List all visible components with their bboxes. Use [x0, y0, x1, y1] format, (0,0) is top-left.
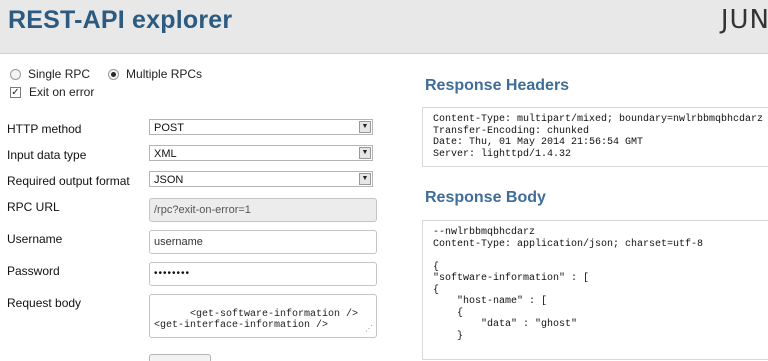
multiple-rpcs-label: Multiple RPCs — [126, 67, 203, 81]
response-headers-title: Response Headers — [425, 77, 570, 94]
single-rpc-label: Single RPC — [28, 67, 91, 81]
multiple-rpcs-radio[interactable] — [108, 68, 120, 80]
output-format-select[interactable]: JSON ▼ — [149, 171, 373, 187]
chevron-down-icon[interactable]: ▼ — [359, 173, 371, 185]
single-rpc-option[interactable]: Single RPC — [10, 67, 90, 81]
http-method-value: POST — [154, 122, 184, 134]
input-type-label: Input data type — [7, 148, 87, 162]
output-format-label: Required output format — [7, 174, 130, 188]
single-rpc-radio[interactable] — [10, 68, 21, 80]
input-type-value: XML — [154, 148, 177, 160]
rpc-mode-group: Single RPC Multiple RPCs — [10, 67, 220, 81]
output-format-value: JSON — [154, 174, 184, 186]
response-panel: Response Headers Content-Type: multipart… — [422, 54, 768, 360]
app-header: REST-API explorer JUN — [0, 0, 768, 54]
resize-grip-icon[interactable]: ⋰ — [365, 324, 373, 335]
submit-button[interactable] — [149, 354, 211, 361]
response-headers-box: Content-Type: multipart/mixed; boundary=… — [422, 107, 768, 167]
http-method-select[interactable]: POST ▼ — [149, 119, 373, 135]
request-body-label: Request body — [7, 296, 82, 310]
rpc-url-label: RPC URL — [7, 200, 60, 214]
username-field[interactable]: username — [149, 230, 377, 254]
password-field[interactable]: •••••••• — [149, 262, 377, 286]
multiple-rpcs-option[interactable]: Multiple RPCs — [108, 67, 202, 81]
chevron-down-icon[interactable]: ▼ — [359, 147, 371, 159]
http-method-label: HTTP method — [7, 122, 82, 136]
request-body-text: <get-software-information /> <get-interf… — [154, 309, 359, 331]
response-body-title: Response Body — [425, 189, 546, 206]
input-type-select[interactable]: XML ▼ — [149, 145, 373, 161]
request-form: Single RPC Multiple RPCs ✓ Exit on error… — [0, 54, 395, 361]
username-label: Username — [7, 232, 63, 246]
rpc-url-field: /rpc?exit-on-error=1 — [149, 198, 377, 222]
page-title: REST-API explorer — [8, 6, 233, 34]
response-body-box: --nwlrbbmqbhcdarz Content-Type: applicat… — [422, 220, 768, 360]
request-body-textarea[interactable]: <get-software-information /> <get-interf… — [149, 294, 377, 338]
password-label: Password — [7, 264, 60, 278]
exit-on-error-option[interactable]: ✓ Exit on error — [10, 85, 94, 99]
brand-logo: JUN — [720, 5, 768, 35]
exit-on-error-label: Exit on error — [29, 85, 95, 99]
exit-on-error-checkbox[interactable]: ✓ — [10, 86, 21, 98]
chevron-down-icon[interactable]: ▼ — [359, 121, 371, 133]
